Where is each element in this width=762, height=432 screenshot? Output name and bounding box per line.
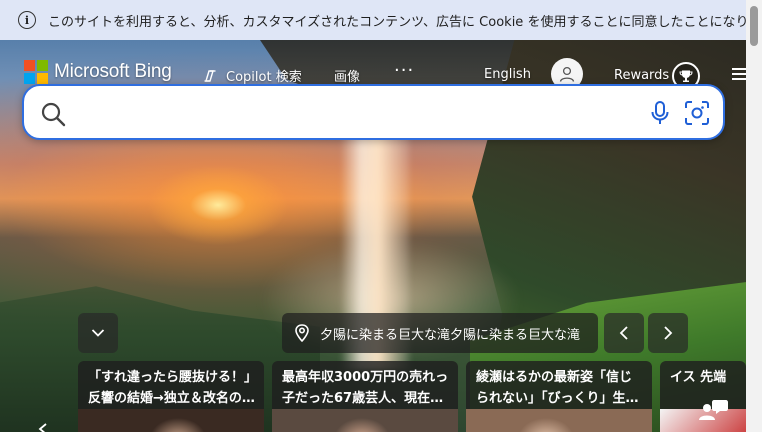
- news-card-title: 最高年収3000万円の売れっ子だった67歳芸人、現在…: [282, 370, 449, 406]
- nav-images-label: 画像: [334, 70, 361, 85]
- copilot-icon: [204, 69, 216, 82]
- search-icon[interactable]: [40, 101, 66, 127]
- hamburger-icon[interactable]: [732, 68, 746, 80]
- chevron-left-icon: [619, 326, 628, 340]
- nav-copilot-search[interactable]: Copilot 検索: [202, 66, 302, 85]
- cookie-notice-text: このサイトを利用すると、分析、カスタマイズされたコンテンツ、広告に Cookie…: [48, 14, 746, 30]
- news-card[interactable]: 「すれ違ったら腰抜ける！」反響の結婚→独立＆改名の…: [78, 361, 264, 432]
- cookie-notice: i このサイトを利用すると、分析、カスタマイズされたコンテンツ、広告に Cook…: [0, 0, 746, 40]
- news-card-thumbnail: [272, 409, 458, 432]
- brand-name: Microsoft Bing: [54, 61, 172, 82]
- search-box[interactable]: [22, 84, 725, 140]
- scroll-left-icon[interactable]: [36, 422, 50, 432]
- header: Microsoft Bing Copilot 検索 画像 ··· English…: [0, 40, 746, 90]
- news-card-thumbnail: [78, 409, 264, 432]
- news-card-title: 綾瀬はるかの最新姿「信じられない」「びっくり」生…: [476, 370, 639, 406]
- scrollbar-thumb[interactable]: [750, 6, 758, 46]
- news-card-thumbnail: [466, 409, 652, 432]
- image-caption[interactable]: 夕陽に染まる巨大な滝夕陽に染まる巨大な滝: [282, 313, 598, 353]
- caption-text: 夕陽に染まる巨大な滝夕陽に染まる巨大な滝: [320, 327, 581, 343]
- language-toggle[interactable]: English: [484, 67, 531, 82]
- nav-copilot-label: Copilot 検索: [226, 70, 302, 85]
- chevron-down-icon: [91, 329, 105, 337]
- nav-images[interactable]: 画像: [334, 66, 360, 85]
- news-card-title: イス 先端: [670, 370, 727, 385]
- previous-image-button[interactable]: [604, 313, 644, 353]
- bing-logo[interactable]: Microsoft Bing: [24, 60, 172, 84]
- rewards-link[interactable]: Rewards: [614, 68, 669, 83]
- location-pin-icon: [295, 324, 309, 342]
- info-icon: i: [18, 11, 36, 29]
- news-card[interactable]: 最高年収3000万円の売れっ子だった67歳芸人、現在…: [272, 361, 458, 432]
- chevron-right-icon: [664, 326, 673, 340]
- news-card[interactable]: 綾瀬はるかの最新姿「信じられない」「びっくり」生…: [466, 361, 652, 432]
- news-card-title: 「すれ違ったら腰抜ける！」反響の結婚→独立＆改名の…: [88, 370, 255, 406]
- chat-icon[interactable]: [696, 396, 730, 426]
- collapse-button[interactable]: [78, 313, 118, 353]
- visual-search-icon[interactable]: [684, 100, 710, 126]
- search-input[interactable]: [80, 98, 640, 126]
- microsoft-logo-icon: [24, 60, 48, 84]
- user-icon: [559, 66, 575, 82]
- scrollbar[interactable]: [746, 0, 762, 432]
- more-menu-icon[interactable]: ···: [394, 60, 414, 81]
- microphone-icon[interactable]: [650, 100, 670, 126]
- next-image-button[interactable]: [648, 313, 688, 353]
